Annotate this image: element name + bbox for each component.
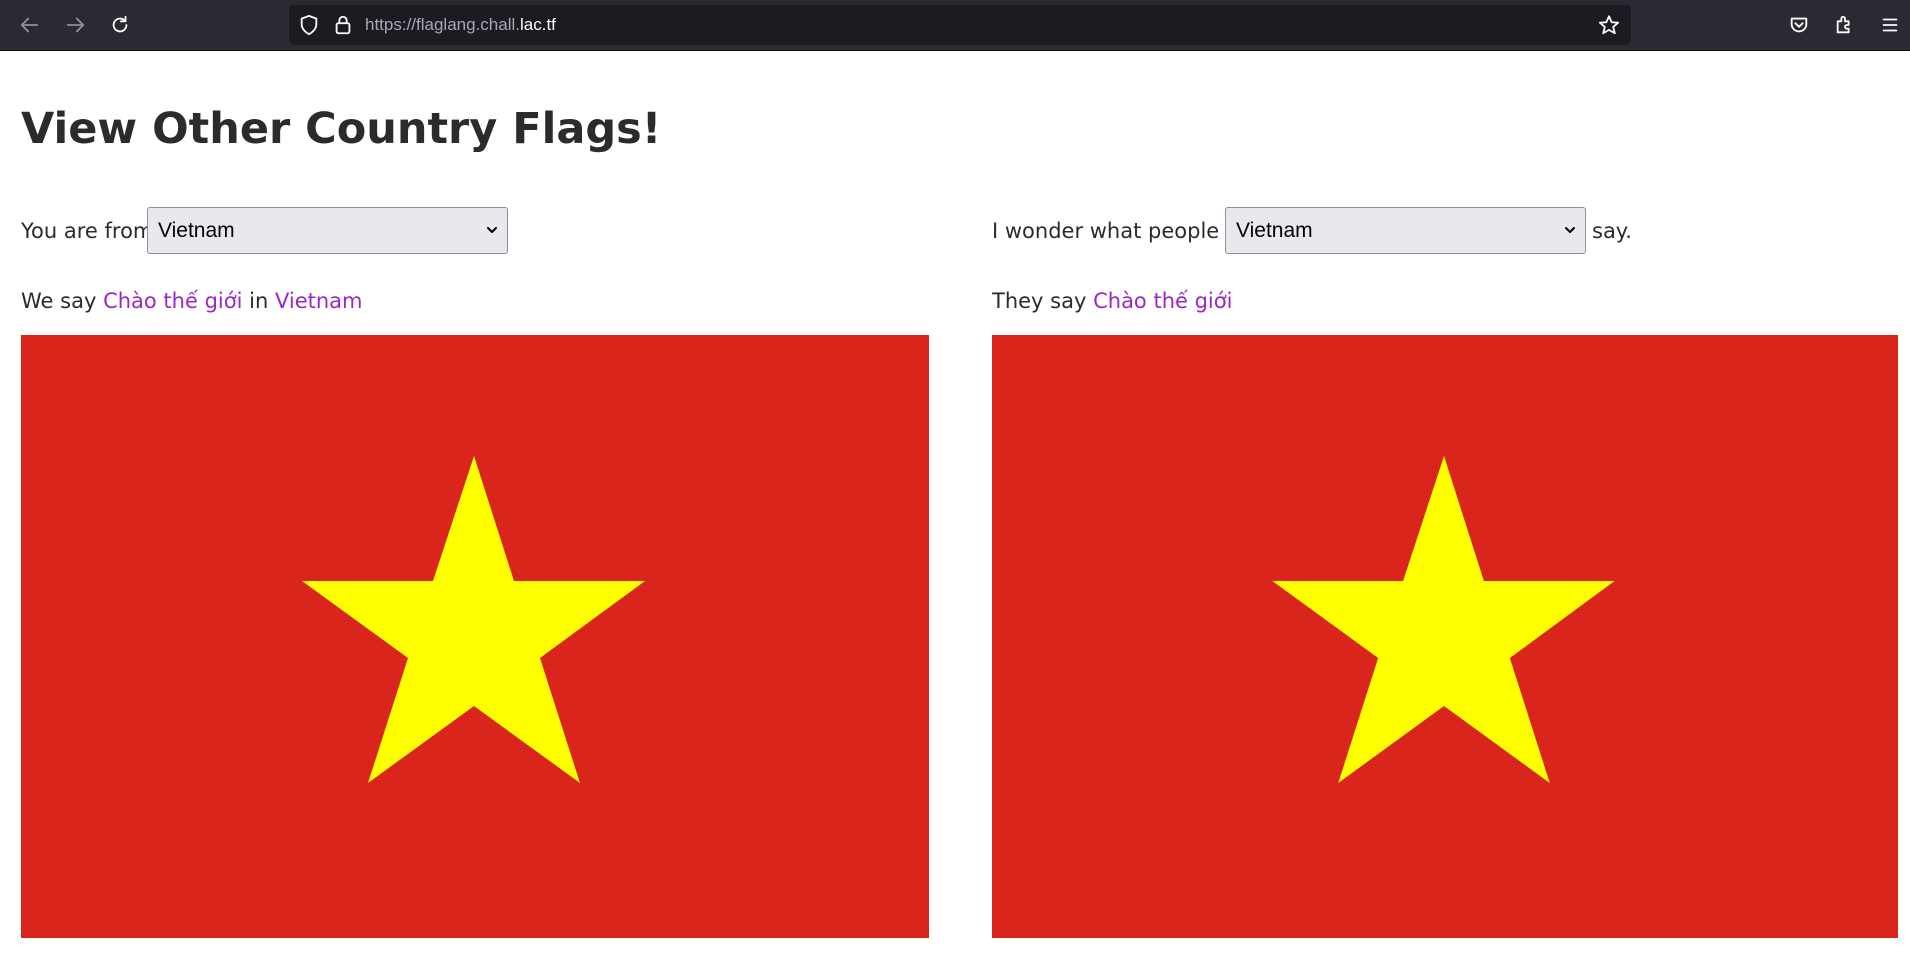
flag-star-icon <box>1272 456 1615 783</box>
chevron-down-icon <box>1565 227 1575 233</box>
page-title: View Other Country Flags! <box>21 104 662 154</box>
target-country-select[interactable]: Vietnam <box>1225 207 1586 254</box>
right-vietnam-flag <box>992 335 1898 938</box>
flag-star-icon <box>302 456 645 783</box>
app-menu-button[interactable] <box>1872 7 1908 43</box>
shield-icon[interactable] <box>298 14 320 36</box>
url-text[interactable]: https://flaglang.chall.lac.tf <box>365 5 556 45</box>
from-country-select[interactable]: Vietnam <box>147 207 508 254</box>
url-domain: lac.tf <box>519 15 556 34</box>
browser-toolbar: https://flaglang.chall.lac.tf <box>0 0 1910 51</box>
star-outline-icon[interactable] <box>1598 14 1620 36</box>
you-are-from-label: You are from <box>21 219 154 243</box>
address-bar[interactable]: https://flaglang.chall.lac.tf <box>289 5 1631 45</box>
they-say-line: They say Chào thế giới <box>992 286 1232 316</box>
extensions-button[interactable] <box>1827 7 1863 43</box>
we-say-line: We say Chào thế giới in Vietnam <box>21 286 362 316</box>
pocket-button[interactable] <box>1781 7 1817 43</box>
wonder-label: I wonder what people in <box>992 219 1246 243</box>
back-button[interactable] <box>12 7 48 43</box>
we-say-label: We say <box>21 289 97 313</box>
in-label: in <box>249 289 269 313</box>
back-arrow-icon <box>20 17 39 33</box>
puzzle-icon <box>1836 15 1850 34</box>
target-country-value: Vietnam <box>1236 219 1313 242</box>
url-prefix: https://flaglang.chall. <box>365 15 520 34</box>
they-say-label: They say <box>992 289 1087 313</box>
reload-icon <box>112 15 128 33</box>
reload-button[interactable] <box>102 7 138 43</box>
chevron-down-icon <box>487 227 497 233</box>
hamburger-menu-icon <box>1882 18 1898 32</box>
pocket-icon <box>1790 17 1808 33</box>
right-greeting-link[interactable]: Chào thế giới <box>1093 289 1232 313</box>
say-suffix-label: say. <box>1592 219 1632 243</box>
forward-button[interactable] <box>57 7 93 43</box>
left-greeting-link[interactable]: Chào thế giới <box>103 289 242 313</box>
forward-arrow-icon <box>66 17 85 33</box>
left-country-link[interactable]: Vietnam <box>275 289 363 313</box>
from-country-value: Vietnam <box>158 219 235 242</box>
lock-icon[interactable] <box>332 14 354 36</box>
left-vietnam-flag <box>21 335 929 938</box>
